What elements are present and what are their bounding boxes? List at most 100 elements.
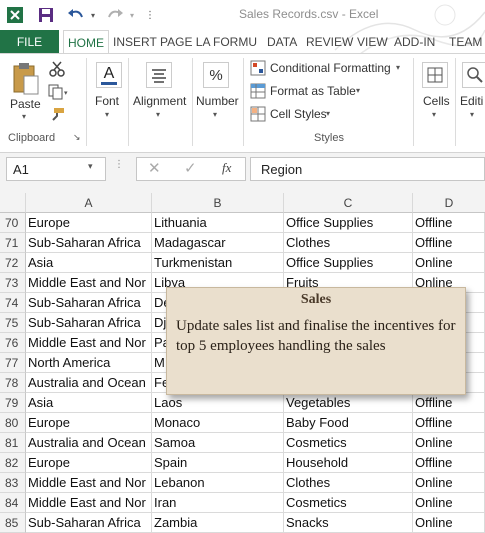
cell-sales-channel[interactable]: Online [413,253,485,273]
tab-add-ins[interactable]: ADD-IN [394,30,435,53]
font-button[interactable]: Font [95,94,119,108]
cell-country[interactable]: Monaco [152,413,284,433]
cell-region[interactable]: Australia and Ocean [26,373,152,393]
insert-function-icon[interactable]: fx [222,160,231,176]
cell-sales-channel[interactable]: Online [413,473,485,493]
copy-icon[interactable]: ▾ [48,84,70,105]
row-header[interactable]: 72 [0,253,26,273]
cell-region[interactable]: Sub-Saharan Africa [26,233,152,253]
cell-region[interactable]: Europe [26,453,152,473]
cell-country[interactable]: Madagascar [152,233,284,253]
row-header[interactable]: 84 [0,493,26,513]
cell-region[interactable]: Sub-Saharan Africa [26,293,152,313]
column-header-a[interactable]: A [26,193,152,213]
format-painter-icon[interactable] [48,107,66,128]
row-header[interactable]: 83 [0,473,26,493]
cell-sales-channel[interactable]: Offline [413,213,485,233]
cell-region[interactable]: Australia and Ocean [26,433,152,453]
percent-icon[interactable]: % [203,62,229,88]
cell-item-type[interactable]: Office Supplies [284,213,413,233]
tab-page-layout[interactable]: PAGE LA [160,30,210,53]
cell-country[interactable]: Turkmenistan [152,253,284,273]
column-header-d[interactable]: D [413,193,485,213]
editing-icon[interactable] [462,62,485,88]
cells-dropdown-icon[interactable]: ▾ [432,110,436,119]
cell-sales-channel[interactable]: Online [413,493,485,513]
row-header[interactable]: 82 [0,453,26,473]
cell-item-type[interactable]: Vegetables [284,393,413,413]
cell-country[interactable]: Spain [152,453,284,473]
row-header[interactable]: 81 [0,433,26,453]
conditional-formatting-button[interactable]: Conditional Formatting [270,61,391,75]
cell-item-type[interactable]: Cosmetics [284,493,413,513]
row-header[interactable]: 79 [0,393,26,413]
cell-region[interactable]: Europe [26,213,152,233]
select-all-corner[interactable] [0,193,26,213]
row-header[interactable]: 75 [0,313,26,333]
cell-region[interactable]: Asia [26,393,152,413]
cell-item-type[interactable]: Household [284,453,413,473]
cell-country[interactable]: Zambia [152,513,284,533]
cell-sales-channel[interactable]: Offline [413,413,485,433]
row-header[interactable]: 85 [0,513,26,533]
tab-file[interactable]: FILE [0,30,59,53]
customize-quick-access-icon[interactable]: ⋮ [144,5,156,25]
cell-sales-channel[interactable]: Offline [413,393,485,413]
cell-styles-button[interactable]: Cell Styles [270,107,327,121]
cell-region[interactable]: North America [26,353,152,373]
cell-country[interactable]: Laos [152,393,284,413]
cell-country[interactable]: Lithuania [152,213,284,233]
cells-icon[interactable] [422,62,448,88]
cell-styles-dropdown-icon[interactable]: ▾ [326,109,330,118]
cell-sales-channel[interactable]: Online [413,513,485,533]
tab-review[interactable]: REVIEW [306,30,353,53]
cell-region[interactable]: Sub-Saharan Africa [26,313,152,333]
cell-comment[interactable]: Sales Update sales list and finalise the… [166,287,466,395]
number-dropdown-icon[interactable]: ▾ [213,110,217,119]
formula-bar-grip-icon[interactable]: ⋮ [114,159,124,170]
redo-icon[interactable] [105,5,125,25]
formula-input[interactable]: Region [250,157,485,181]
undo-dropdown-icon[interactable]: ▾ [88,5,98,25]
cell-country[interactable]: Samoa [152,433,284,453]
number-button[interactable]: Number [196,94,239,108]
format-as-table-icon[interactable] [250,83,266,104]
column-header-c[interactable]: C [284,193,413,213]
cell-region[interactable]: Sub-Saharan Africa [26,513,152,533]
row-header[interactable]: 80 [0,413,26,433]
cut-icon[interactable] [48,60,66,83]
font-icon[interactable]: A [96,62,122,88]
cell-region[interactable]: Middle East and Nor [26,273,152,293]
row-header[interactable]: 73 [0,273,26,293]
alignment-icon[interactable] [146,62,172,88]
editing-button[interactable]: Editi [460,94,483,108]
tab-formulas[interactable]: FORMU [213,30,257,53]
tab-view[interactable]: VIEW [357,30,388,53]
cell-region[interactable]: Middle East and Nor [26,493,152,513]
cell-styles-icon[interactable] [250,106,266,127]
alignment-dropdown-icon[interactable]: ▾ [156,110,160,119]
undo-icon[interactable] [66,5,86,25]
cell-item-type[interactable]: Clothes [284,473,413,493]
cell-country[interactable]: Lebanon [152,473,284,493]
row-header[interactable]: 76 [0,333,26,353]
format-as-table-dropdown-icon[interactable]: ▾ [356,86,360,95]
cell-item-type[interactable]: Snacks [284,513,413,533]
cells-button[interactable]: Cells [423,94,450,108]
cell-item-type[interactable]: Clothes [284,233,413,253]
cell-sales-channel[interactable]: Offline [413,233,485,253]
cancel-icon[interactable]: ✕ [148,159,161,177]
cell-region[interactable]: Europe [26,413,152,433]
cell-item-type[interactable]: Cosmetics [284,433,413,453]
tab-insert[interactable]: INSERT [113,30,157,53]
column-header-b[interactable]: B [152,193,284,213]
paste-icon[interactable] [12,62,40,101]
alignment-button[interactable]: Alignment [133,94,186,108]
format-as-table-button[interactable]: Format as Table [270,84,356,98]
cell-sales-channel[interactable]: Offline [413,453,485,473]
editing-dropdown-icon[interactable]: ▾ [470,110,474,119]
clipboard-launcher-icon[interactable]: ↘ [73,132,81,143]
paste-dropdown-icon[interactable]: ▾ [22,112,26,121]
redo-dropdown-icon[interactable]: ▾ [127,5,137,25]
cell-region[interactable]: Middle East and Nor [26,473,152,493]
